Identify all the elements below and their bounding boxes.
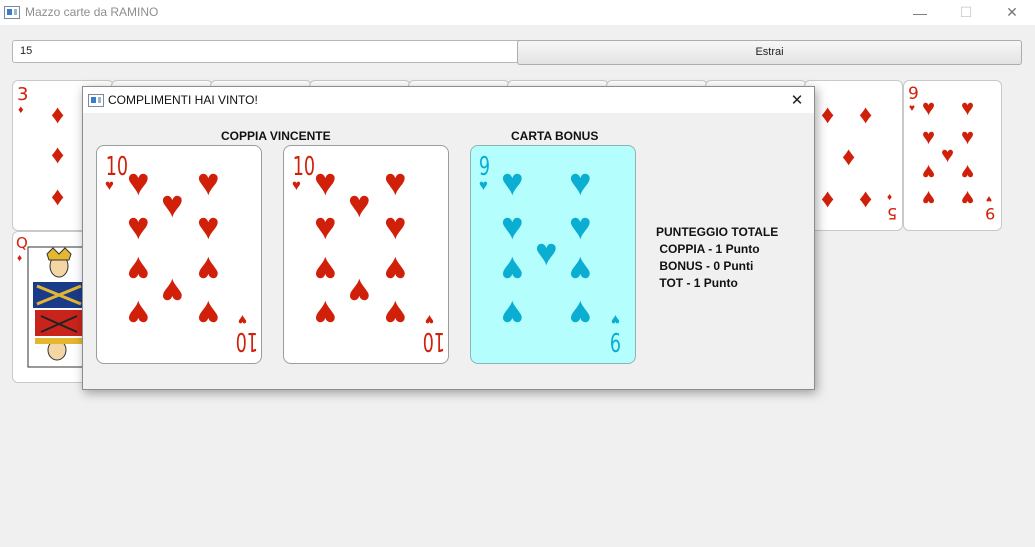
heart-icon: ♥ <box>501 162 524 204</box>
table-card[interactable]: ♦ ♦ ♦ ♦ ♦ ♦ 5 <box>804 80 903 231</box>
heart-icon: ♥ <box>611 311 620 328</box>
heart-icon: ♥ <box>197 248 220 290</box>
heart-icon: ♥ <box>961 95 975 120</box>
heart-icon: ♥ <box>961 186 975 211</box>
heart-icon: ♥ <box>961 160 975 185</box>
heart-icon: ♥ <box>314 162 337 204</box>
window-titlebar: Mazzo carte da RAMINO — ☐ ✕ <box>0 0 1035 25</box>
dialog-close-button[interactable]: ✕ <box>783 89 811 111</box>
minimize-button[interactable]: — <box>897 0 943 25</box>
heart-icon: ♥ <box>314 292 337 334</box>
heart-icon: ♥ <box>314 206 337 248</box>
heart-icon: ♥ <box>941 142 955 167</box>
queen-figure-icon <box>27 246 87 368</box>
heart-icon: ♥ <box>238 311 247 328</box>
heart-icon: ♥ <box>569 162 592 204</box>
heart-icon: ♥ <box>909 103 915 114</box>
heart-icon: ♥ <box>314 248 337 290</box>
diamond-icon: ♦ <box>18 104 24 116</box>
score-panel: PUNTEGGIO TOTALE COPPIA - 1 Punto BONUS … <box>656 224 778 292</box>
diamond-icon: ♦ <box>51 139 65 169</box>
heart-icon: ♥ <box>569 248 592 290</box>
heart-icon: ♥ <box>197 162 220 204</box>
card-rank: 5 <box>887 204 898 223</box>
heart-icon: ♥ <box>161 184 184 226</box>
heart-icon: ♥ <box>569 292 592 334</box>
heart-icon: ♥ <box>922 124 936 149</box>
card-rank: 10 <box>235 326 259 356</box>
heart-icon: ♥ <box>922 160 936 185</box>
heart-icon: ♥ <box>425 311 434 328</box>
heart-icon: ♥ <box>569 206 592 248</box>
diamond-icon: ♦ <box>821 183 835 213</box>
heart-icon: ♥ <box>348 270 371 312</box>
maximize-button[interactable]: ☐ <box>943 0 989 25</box>
diamond-icon: ♦ <box>859 183 873 213</box>
score-bonus-line: BONUS - 0 Punti <box>656 259 754 273</box>
diamond-icon: ♦ <box>821 99 835 129</box>
bonus-heading: CARTA BONUS <box>511 129 599 143</box>
heart-icon: ♥ <box>161 270 184 312</box>
card-rank: 3 <box>17 84 29 105</box>
diamond-icon: ♦ <box>859 99 873 129</box>
heart-icon: ♥ <box>986 193 992 204</box>
heart-icon: ♥ <box>535 232 558 274</box>
heart-icon: ♥ <box>501 248 524 290</box>
score-total-line: TOT - 1 Punto <box>656 276 738 290</box>
card-rank: 10 <box>422 326 446 356</box>
heart-icon: ♥ <box>197 206 220 248</box>
table-card[interactable]: 9 ♥ ♥ ♥ ♥ ♥ ♥ ♥ ♥ ♥ ♥ ♥ 9 <box>903 80 1002 231</box>
heart-icon: ♥ <box>292 177 301 194</box>
heart-icon: ♥ <box>384 248 407 290</box>
heart-icon: ♥ <box>127 248 150 290</box>
dialog-title: COMPLIMENTI HAI VINTO! <box>108 93 258 107</box>
card-rank: 9 <box>985 204 996 223</box>
card-rank: 9 <box>908 84 919 104</box>
heart-icon: ♥ <box>501 206 524 248</box>
heart-icon: ♥ <box>922 95 936 120</box>
app-icon <box>4 6 20 19</box>
heart-icon: ♥ <box>384 206 407 248</box>
heart-icon: ♥ <box>501 292 524 334</box>
heart-icon: ♥ <box>127 162 150 204</box>
heart-icon: ♥ <box>922 186 936 211</box>
heart-icon: ♥ <box>105 177 114 194</box>
diamond-icon: ♦ <box>51 181 65 211</box>
win-dialog: COMPLIMENTI HAI VINTO! ✕ COPPIA VINCENTE… <box>82 86 815 390</box>
dialog-titlebar: COMPLIMENTI HAI VINTO! ✕ <box>83 87 814 113</box>
card-count-input[interactable]: 15 <box>12 40 522 63</box>
heart-icon: ♥ <box>127 292 150 334</box>
score-pair-line: COPPIA - 1 Punto <box>656 242 760 256</box>
dialog-app-icon <box>88 94 104 107</box>
heart-icon: ♥ <box>961 124 975 149</box>
close-button[interactable]: ✕ <box>989 0 1035 25</box>
pair-card-2: 10 ♥ ♥ ♥ ♥ ♥ ♥ ♥ ♥ ♥ ♥ ♥ ♥ 10 <box>283 145 449 364</box>
bonus-card: 9 ♥ ♥ ♥ ♥ ♥ ♥ ♥ ♥ ♥ ♥ ♥ 9 <box>470 145 636 364</box>
heart-icon: ♥ <box>384 292 407 334</box>
draw-button[interactable]: Estrai <box>517 40 1022 65</box>
heart-icon: ♥ <box>479 177 488 194</box>
window-title: Mazzo carte da RAMINO <box>25 5 159 19</box>
heart-icon: ♥ <box>348 184 371 226</box>
diamond-icon: ♦ <box>842 141 856 171</box>
diamond-icon: ♦ <box>17 253 23 264</box>
score-title: PUNTEGGIO TOTALE <box>656 225 779 239</box>
pair-heading: COPPIA VINCENTE <box>221 129 331 143</box>
pair-card-1: 10 ♥ ♥ ♥ ♥ ♥ ♥ ♥ ♥ ♥ ♥ ♥ ♥ 10 <box>96 145 262 364</box>
heart-icon: ♥ <box>127 206 150 248</box>
card-rank: 9 <box>609 326 622 356</box>
diamond-icon: ♦ <box>51 99 65 129</box>
heart-icon: ♥ <box>197 292 220 334</box>
diamond-icon: ♦ <box>887 192 893 203</box>
heart-icon: ♥ <box>384 162 407 204</box>
